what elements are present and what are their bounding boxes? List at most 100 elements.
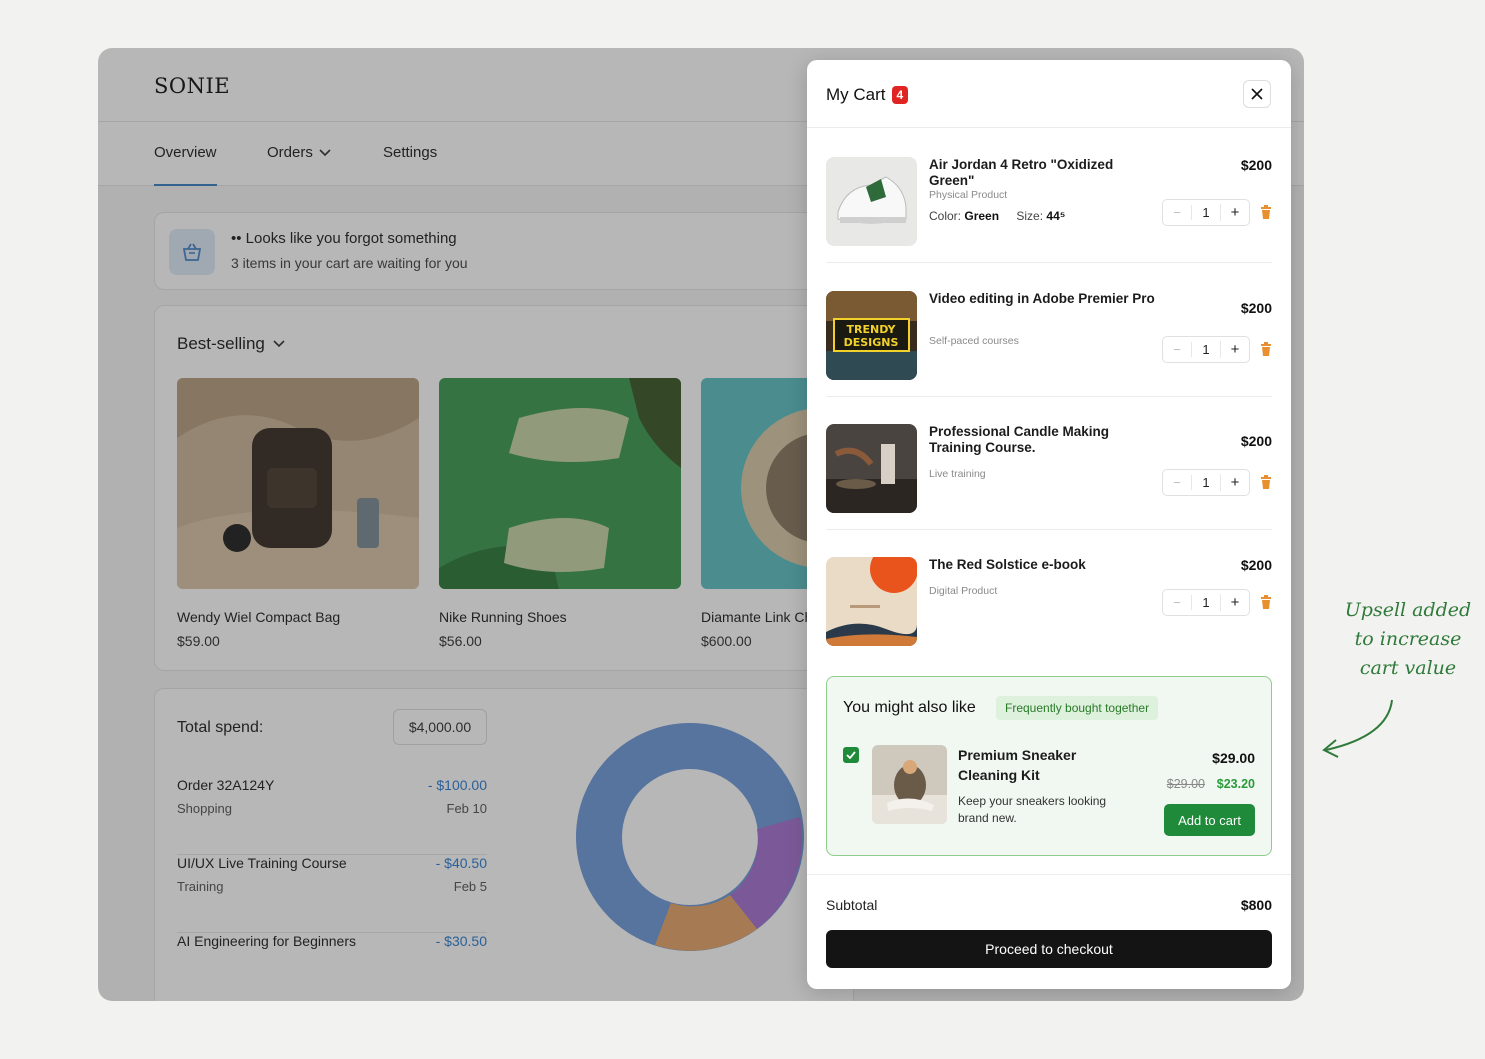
upsell-price: $29.00 xyxy=(1212,750,1255,766)
cart-header: My Cart 4 xyxy=(807,60,1291,128)
subtotal-value: $800 xyxy=(1240,897,1272,913)
order-row[interactable]: AI Engineering for Beginners - $30.50 xyxy=(177,933,487,1001)
app-window: SONIE Overview Orders Settings •• Looks … xyxy=(98,48,1304,1001)
checkmark-icon xyxy=(846,751,856,759)
checkout-button[interactable]: Proceed to checkout xyxy=(826,930,1272,968)
order-amount: - $30.50 xyxy=(435,933,487,949)
product-price: $59.00 xyxy=(177,633,220,649)
increment-button[interactable]: + xyxy=(1220,594,1249,611)
upsell-product-name: Premium Sneaker Cleaning Kit xyxy=(958,747,1077,783)
order-row[interactable]: UI/UX Live Training Course Training - $4… xyxy=(177,855,487,933)
quantity-value: 1 xyxy=(1202,342,1210,357)
item-price: $200 xyxy=(1240,433,1272,449)
increment-button[interactable]: + xyxy=(1220,204,1249,221)
cart-count-badge: 4 xyxy=(891,86,909,104)
quantity-stepper[interactable]: − 1 + xyxy=(1162,469,1250,496)
annotation-note: Upsell added to increase cart value xyxy=(1338,596,1478,683)
cart-drawer: My Cart 4 Air Jordan 4 Retro "Oxidized G… xyxy=(807,60,1291,989)
annotation-line: to increase xyxy=(1354,628,1462,650)
cart-item: Professional Candle Making Training Cour… xyxy=(826,396,1272,530)
order-date: Feb 10 xyxy=(446,801,487,816)
best-selling-dropdown[interactable]: Best-selling xyxy=(177,334,285,354)
product-card[interactable]: Wendy Wiel Compact Bag $59.00 xyxy=(177,378,419,649)
frequently-bought-badge: Frequently bought together xyxy=(996,696,1159,720)
item-name: Air Jordan 4 Retro "Oxidized Green" xyxy=(929,157,1114,188)
item-name: Professional Candle Making Training Cour… xyxy=(929,424,1110,455)
svg-text:DESIGNS: DESIGNS xyxy=(844,336,899,349)
decrement-button[interactable]: − xyxy=(1163,205,1192,220)
product-thumbnail xyxy=(826,157,917,246)
total-spend-label: Total spend: xyxy=(177,719,264,736)
upsell-panel: You might also like Frequently bought to… xyxy=(826,676,1272,856)
item-price: $200 xyxy=(1240,557,1272,573)
order-name: AI Engineering for Beginners xyxy=(177,933,356,949)
quantity-value: 1 xyxy=(1202,475,1210,490)
quantity-stepper[interactable]: − 1 + xyxy=(1162,199,1250,226)
annotation-line: cart value xyxy=(1359,657,1457,679)
add-to-cart-button[interactable]: Add to cart xyxy=(1164,804,1255,836)
upsell-discount-price: $23.20 xyxy=(1216,777,1255,791)
upsell-title: You might also like xyxy=(843,699,976,716)
product-thumbnail xyxy=(826,557,917,646)
notice-subtitle: 3 items in your cart are waiting for you xyxy=(231,255,468,271)
tab-settings[interactable]: Settings xyxy=(383,144,437,161)
item-name: Video editing in Adobe Premier Pro xyxy=(929,291,1155,306)
close-button[interactable] xyxy=(1243,80,1271,108)
chevron-down-icon xyxy=(273,340,285,348)
upsell-old-price: $29.00 xyxy=(1166,777,1205,791)
cart-title: My Cart 4 xyxy=(826,85,909,105)
order-date: Feb 5 xyxy=(453,879,487,894)
increment-button[interactable]: + xyxy=(1220,474,1249,491)
product-price: $56.00 xyxy=(439,633,482,649)
upsell-checkbox[interactable] xyxy=(843,747,859,763)
quantity-value: 1 xyxy=(1202,595,1210,610)
decrement-button[interactable]: − xyxy=(1163,342,1192,357)
product-image xyxy=(177,378,419,589)
order-name: Order 32A124Y xyxy=(177,777,275,793)
trash-icon[interactable] xyxy=(1260,342,1272,356)
product-card[interactable]: Nike Running Shoes $56.00 xyxy=(439,378,681,649)
order-name: UI/UX Live Training Course xyxy=(177,855,347,871)
annotation-arrow-icon xyxy=(1322,699,1393,758)
trash-icon[interactable] xyxy=(1260,475,1272,489)
cart-footer: Subtotal $800 Proceed to checkout xyxy=(807,874,1291,989)
cart-item: The Red Solstice e-book Digital Product … xyxy=(826,529,1272,663)
decrement-button[interactable]: − xyxy=(1163,595,1192,610)
order-row[interactable]: Order 32A124Y Shopping - $100.00 Feb 10 xyxy=(177,777,487,855)
notice-title: •• Looks like you forgot something xyxy=(231,230,457,247)
cart-item: Air Jordan 4 Retro "Oxidized Green" Phys… xyxy=(826,129,1272,263)
size-label: Size: xyxy=(1016,209,1044,223)
item-type: Self-paced courses xyxy=(929,335,1019,347)
tab-settings-label: Settings xyxy=(383,144,438,161)
tab-orders[interactable]: Orders xyxy=(267,144,331,161)
tab-orders-label: Orders xyxy=(267,144,313,161)
product-image xyxy=(439,378,681,589)
upsell-description: Keep your sneakers looking brand new. xyxy=(958,794,1107,825)
upsell-thumbnail xyxy=(872,745,947,824)
abandoned-cart-notice[interactable]: •• Looks like you forgot something 3 ite… xyxy=(154,212,854,290)
item-type: Physical Product xyxy=(929,189,1008,201)
decrement-button[interactable]: − xyxy=(1163,475,1192,490)
color-value: Green xyxy=(964,209,1000,223)
subtotal-label: Subtotal xyxy=(826,897,878,913)
product-thumbnail xyxy=(826,424,917,513)
tab-overview-label: Overview xyxy=(154,144,217,161)
quantity-value: 1 xyxy=(1202,205,1210,220)
product-thumbnail: TRENDY DESIGNS xyxy=(826,291,917,380)
tab-overview[interactable]: Overview xyxy=(154,144,217,186)
item-price: $200 xyxy=(1240,157,1272,173)
item-type: Digital Product xyxy=(929,585,998,597)
item-attributes: Color: Green Size: 44⁵ xyxy=(929,209,1079,223)
order-amount: - $40.50 xyxy=(435,855,487,871)
color-label: Color: xyxy=(929,209,962,223)
quantity-stepper[interactable]: − 1 + xyxy=(1162,589,1250,616)
spend-donut-chart xyxy=(576,723,804,951)
logo: SONIE xyxy=(154,74,231,98)
cart-item: TRENDY DESIGNS Video editing in Adobe Pr… xyxy=(826,263,1272,397)
increment-button[interactable]: + xyxy=(1220,341,1249,358)
order-category: Shopping xyxy=(177,801,232,816)
quantity-stepper[interactable]: − 1 + xyxy=(1162,336,1250,363)
item-price: $200 xyxy=(1240,300,1272,316)
trash-icon[interactable] xyxy=(1260,205,1272,219)
trash-icon[interactable] xyxy=(1260,595,1272,609)
